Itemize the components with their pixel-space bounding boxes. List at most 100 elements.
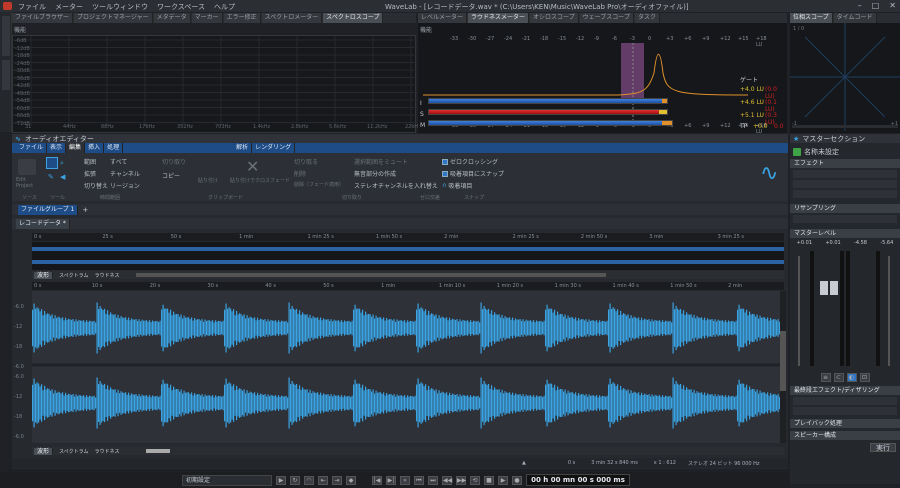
play-icon[interactable]: ▶ [498, 475, 508, 485]
loop-icon[interactable]: ↻ [290, 475, 300, 485]
tab-record-data[interactable]: レコードデータ * [16, 218, 70, 229]
delete-x-icon[interactable]: ✕ [246, 157, 259, 176]
master-fader-area[interactable] [790, 246, 900, 371]
region-button[interactable]: リージョン [110, 181, 140, 190]
record-icon[interactable]: ● [512, 475, 522, 485]
tab-spectrometer[interactable]: スペクトロメーター [261, 13, 323, 23]
tab-oscilloscope[interactable]: オシロスコープ [530, 13, 579, 23]
resampling-header[interactable]: リサンプリング [790, 204, 900, 213]
view-tab-waveform[interactable]: 波形 [34, 271, 54, 279]
chain-icon[interactable]: ⊂ [833, 373, 844, 382]
tab-error-correction[interactable]: エラー修正 [223, 13, 261, 23]
menu-file[interactable]: ファイル [18, 2, 46, 12]
edit-project-icon[interactable] [18, 159, 36, 175]
overview-scrollbar[interactable] [135, 273, 606, 277]
magnetic-items-button[interactable]: ∩ 吸着項目 [442, 181, 472, 190]
power-icon[interactable] [793, 148, 801, 156]
channel-button[interactable]: チャンネル [110, 169, 140, 178]
mono-icon[interactable]: ◐ [846, 373, 857, 382]
pencil-tool-icon[interactable]: ✎ [48, 173, 54, 181]
tab-spectroscope[interactable]: スペクトロスコープ [323, 13, 384, 23]
menu-meter[interactable]: メーター [55, 2, 83, 12]
tab-level-meter[interactable]: レベルメーター [418, 13, 468, 23]
spectro-func-menu[interactable]: 機能 [14, 25, 26, 34]
range-button[interactable]: 範囲 [84, 157, 96, 166]
ribbon-tab-insert[interactable]: 挿入 [85, 143, 105, 153]
render-button[interactable]: 実行 [870, 443, 896, 452]
rewind-icon[interactable]: ◀◀ [442, 475, 452, 485]
cut-button[interactable]: 切り取る [294, 157, 318, 166]
select-tool-icon[interactable] [46, 157, 58, 169]
cut-clip-button[interactable]: 切り取り [162, 157, 186, 166]
main-scrollbar-thumb[interactable] [145, 449, 170, 453]
speaker-header[interactable]: スピーカー構成 [790, 431, 900, 440]
final-effects-header[interactable]: 最終段エフェクト/ディザリング [790, 386, 900, 395]
tab-project-manager[interactable]: プロジェクトマネージャー [74, 13, 153, 23]
time-display[interactable]: 00 h 00 mn 00 s 000 ms [526, 474, 630, 486]
ribbon-tab-view[interactable]: 表示 [47, 143, 67, 153]
copy-button[interactable]: コピー [162, 171, 180, 180]
tab-loudness-meter[interactable]: ラウドネスメーター [468, 13, 530, 23]
toggle-button[interactable]: 切り替え [84, 181, 108, 190]
add-tab-icon[interactable]: + [82, 206, 88, 214]
dock-tab[interactable] [2, 16, 10, 56]
tab-file-group[interactable]: ファイルグループ 1 [18, 204, 79, 215]
tab-task[interactable]: タスク [634, 13, 660, 23]
speaker-tool-icon[interactable]: ◀ [60, 173, 65, 181]
paste-crossfade-button[interactable]: 貼り付けでクロスフェード [230, 177, 290, 184]
delete-fade-button[interactable]: 削除（フェード適用） [294, 181, 344, 188]
menu-help[interactable]: ヘルプ [214, 2, 235, 12]
effect-slot[interactable] [793, 170, 897, 178]
zoom-factor[interactable]: x 1 : 612 [654, 460, 676, 466]
selection-length[interactable]: 3 min 32 s 840 ms [591, 460, 638, 466]
delete-button[interactable]: 削除 [294, 169, 306, 178]
ribbon-tab-analyze[interactable]: 解析 [233, 143, 253, 153]
minimize-button[interactable]: – [858, 1, 862, 10]
effects-header[interactable]: エフェクト [790, 159, 900, 168]
vertical-scroll-thumb[interactable] [780, 331, 786, 391]
ribbon-tab-render[interactable]: レンダリング [252, 143, 296, 153]
next-marker-icon[interactable]: ▶| [386, 475, 396, 485]
link-icon[interactable]: ≡ [820, 373, 831, 382]
tempo-icon[interactable]: ▲ [522, 460, 526, 466]
cycle-icon[interactable]: ⟲ [470, 475, 480, 485]
snap-magnet-toggle[interactable]: 吸着項目にスナップ [442, 169, 504, 178]
resampling-slot[interactable] [793, 215, 897, 223]
view-tab-spectrum[interactable]: スペクトラム [59, 448, 89, 455]
paste-button[interactable]: 貼り付け [198, 177, 218, 184]
vertical-scrollbar[interactable] [780, 291, 786, 443]
effect-slot[interactable] [793, 190, 897, 198]
forward-icon[interactable]: ▶▶ [456, 475, 466, 485]
menu-tool-window[interactable]: ツールウィンドウ [92, 2, 148, 12]
final-slot[interactable] [793, 397, 897, 405]
checkbox-checked-icon[interactable] [442, 170, 448, 177]
view-tab-loudness[interactable]: ラウドネス [95, 272, 120, 279]
select-all-button[interactable]: すべて [110, 157, 127, 166]
goto-start-icon[interactable]: ⏮ [414, 475, 424, 485]
tab-metadata[interactable]: メタデータ [153, 13, 191, 23]
edit-project-button[interactable]: Edit Project [16, 177, 42, 189]
mute-selection-button[interactable]: 選択範囲をミュート [354, 157, 408, 166]
swap-channels-button[interactable]: ステレオチャンネルを入れ替え [354, 181, 438, 190]
transport-preset-select[interactable]: 初期設定 [182, 474, 272, 486]
master-level-header[interactable]: マスターレベル [790, 229, 900, 238]
playback-header[interactable]: プレイバック処理 [790, 419, 900, 428]
audio-format[interactable]: ステレオ 24 ビット 96 000 Hz [688, 460, 760, 467]
preset-name[interactable]: 名称未設定 [804, 147, 839, 157]
goto-end-icon[interactable]: ⏭ [428, 475, 438, 485]
more-icon[interactable]: » [400, 475, 410, 485]
tab-marker[interactable]: マーカー [191, 13, 223, 23]
stop-icon[interactable]: ■ [484, 475, 494, 485]
play-from-icon[interactable]: ▶ [276, 475, 286, 485]
loudness-func-menu[interactable]: 機能 [420, 25, 432, 34]
checkbox-checked-icon[interactable] [442, 158, 448, 165]
magnify-tool-icon[interactable]: ⌕ [60, 159, 64, 168]
cursor-position[interactable]: 0 s [568, 460, 575, 466]
extend-button[interactable]: 拡張 [84, 169, 96, 178]
tab-wavescope[interactable]: ウェーブスコープ [579, 13, 634, 23]
prev-marker-icon[interactable]: |◀ [372, 475, 382, 485]
view-tab-spectrum[interactable]: スペクトラム [59, 272, 89, 279]
final-slot[interactable] [793, 407, 897, 415]
tab-file-browser[interactable]: ファイルブラウザー [12, 13, 74, 23]
pre-roll-icon[interactable]: ⇤ [318, 475, 328, 485]
